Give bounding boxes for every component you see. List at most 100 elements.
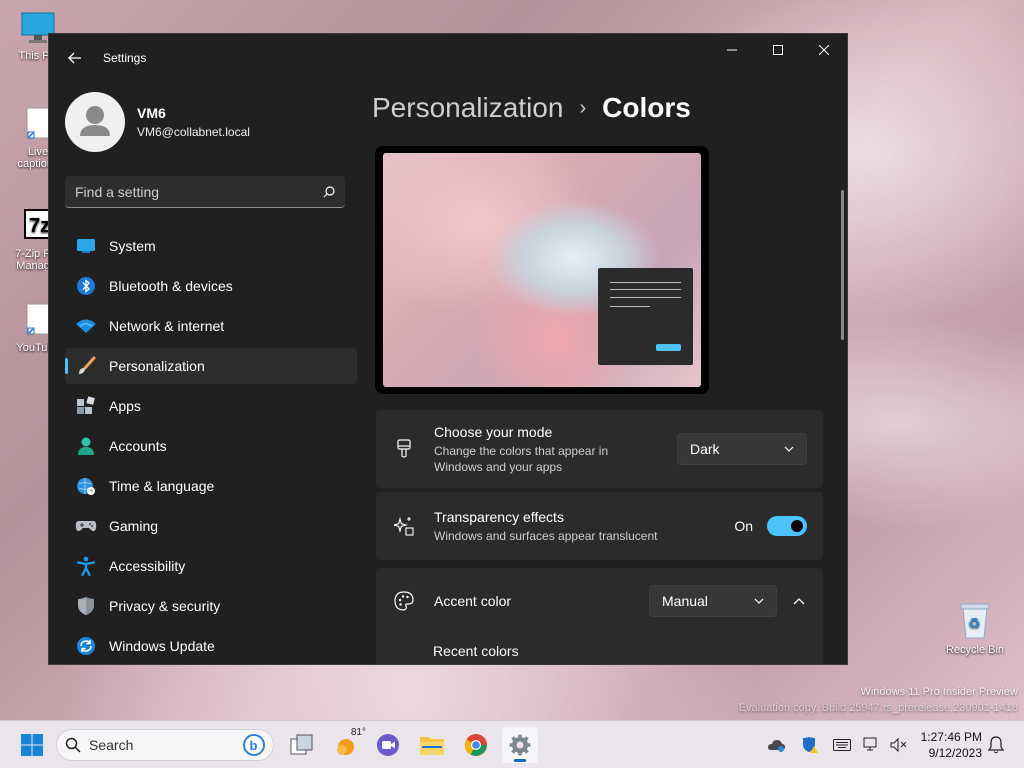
recycle-bin-label: Recycle Bin — [945, 644, 1005, 656]
sidebar-item-privacy[interactable]: Privacy & security — [65, 588, 357, 624]
preview-accent-button — [656, 344, 681, 351]
settings-search[interactable] — [65, 176, 345, 208]
task-view-icon — [290, 734, 313, 755]
chrome-icon — [465, 734, 487, 756]
accent-dropdown[interactable]: Manual — [649, 585, 777, 617]
cloud-icon — [768, 740, 785, 752]
profile-name: VM6 — [137, 105, 166, 121]
mode-dropdown-value: Dark — [690, 441, 720, 457]
sidebar-item-accessibility[interactable]: Accessibility — [65, 548, 357, 584]
minimize-button[interactable] — [709, 34, 755, 66]
mode-description: Change the colors that appear in Windows… — [434, 443, 609, 474]
desktop-icon-recycle-bin[interactable]: ♻ Recycle Bin — [944, 600, 1006, 656]
user-profile[interactable]: VM6 VM6@collabnet.local — [49, 82, 361, 162]
svg-text:b: b — [250, 738, 258, 753]
recent-colors-label: Recent colors — [433, 643, 519, 659]
main-content: Personalization › Colors Choose your mod… — [361, 82, 847, 664]
accessibility-icon — [75, 555, 97, 577]
folder-icon — [420, 737, 444, 755]
sidebar-item-label: Accessibility — [109, 558, 186, 574]
sidebar-item-windows-update[interactable]: Windows Update — [65, 628, 357, 664]
back-button[interactable] — [53, 40, 97, 76]
collapse-button[interactable] — [791, 597, 807, 605]
taskbar-search[interactable]: Search b — [56, 729, 274, 761]
widgets-button[interactable]: 81° — [328, 727, 366, 763]
maximize-button[interactable] — [755, 34, 801, 66]
transparency-toggle[interactable] — [767, 516, 807, 536]
close-icon — [819, 45, 829, 55]
window-title: Settings — [103, 51, 147, 65]
maximize-icon — [773, 45, 783, 55]
globe-clock-icon — [75, 475, 97, 497]
recycle-bin-icon: ♻ — [960, 603, 990, 639]
security-tray-icon[interactable] — [800, 735, 820, 755]
chevron-down-icon — [754, 598, 764, 604]
clock-date: 9/12/2023 — [928, 746, 982, 760]
chrome-button[interactable] — [458, 727, 494, 763]
profile-email: VM6@collabnet.local — [137, 125, 250, 139]
teams-button[interactable] — [370, 727, 406, 763]
transparency-description: Windows and surfaces appear translucent — [434, 528, 658, 543]
sidebar-item-label: Privacy & security — [109, 598, 221, 614]
nav-list: System Bluetooth & devices Network & int… — [49, 228, 361, 664]
search-icon — [65, 737, 81, 753]
breadcrumb-parent[interactable]: Personalization — [372, 92, 563, 124]
sidebar-item-network[interactable]: Network & internet — [65, 308, 357, 344]
sidebar-item-accounts[interactable]: Accounts — [65, 428, 357, 464]
paint-brush-icon — [392, 437, 416, 461]
settings-window: Settings VM6 VM6@collabnet.local Find a … — [48, 33, 848, 665]
gear-icon — [509, 734, 531, 756]
taskbar-search-label: Search — [89, 737, 134, 753]
wallpaper-preview-image — [383, 153, 701, 387]
watermark-line-1: Windows 11 Pro Insider Preview — [860, 686, 1018, 698]
brush-icon — [75, 355, 97, 377]
mode-dropdown[interactable]: Dark — [677, 433, 807, 465]
palette-icon — [392, 589, 416, 613]
clock-time: 1:27:46 PM — [920, 730, 982, 744]
shield-icon — [75, 595, 97, 617]
search-input[interactable] — [75, 183, 323, 200]
video-chat-icon — [377, 734, 399, 756]
accent-dropdown-value: Manual — [662, 593, 708, 609]
sidebar-item-gaming[interactable]: Gaming — [65, 508, 357, 544]
accent-color-header[interactable]: Accent color Manual — [376, 568, 823, 634]
sidebar-item-personalization[interactable]: Personalization — [65, 348, 357, 384]
settings-taskbar-button[interactable] — [502, 727, 538, 763]
sparkle-icon — [392, 514, 416, 538]
avatar — [65, 92, 125, 152]
sidebar-item-label: Bluetooth & devices — [109, 278, 233, 294]
watermark-line-2: Evaluation copy. Build 25947.rs_prerelea… — [738, 702, 1018, 714]
close-button[interactable] — [801, 34, 847, 66]
start-button[interactable] — [14, 727, 50, 763]
bluetooth-icon — [75, 275, 97, 297]
content-scrollbar[interactable] — [841, 190, 844, 340]
keyboard-tray-icon[interactable] — [832, 735, 852, 755]
chevron-down-icon — [784, 446, 794, 452]
sidebar-item-system[interactable]: System — [65, 228, 357, 264]
onedrive-tray-icon[interactable] — [766, 735, 786, 755]
bing-icon: b — [243, 734, 265, 756]
sidebar-item-label: Network & internet — [109, 318, 225, 334]
sidebar-item-label: Accounts — [109, 438, 167, 454]
sidebar-item-label: System — [109, 238, 156, 254]
system-icon — [75, 235, 97, 257]
sidebar: VM6 VM6@collabnet.local System Bluetooth… — [49, 82, 361, 664]
title-bar[interactable]: Settings — [49, 34, 847, 82]
sidebar-item-time-language[interactable]: Time & language — [65, 468, 357, 504]
volume-tray-icon[interactable] — [888, 735, 908, 755]
taskbar-clock[interactable]: 1:27:46 PM 9/12/2023 — [912, 729, 982, 761]
window-controls — [709, 34, 847, 66]
preview-mini-window — [598, 268, 693, 365]
speaker-muted-icon — [890, 737, 907, 753]
network-tray-icon[interactable] — [862, 735, 882, 755]
notifications-button[interactable] — [986, 735, 1006, 755]
accounts-icon — [75, 435, 97, 457]
file-explorer-button[interactable] — [414, 727, 450, 763]
sidebar-item-bluetooth[interactable]: Bluetooth & devices — [65, 268, 357, 304]
transparency-state-label: On — [734, 518, 753, 534]
chevron-up-icon — [793, 597, 805, 604]
arrow-left-icon — [68, 52, 81, 64]
task-view-button[interactable] — [284, 727, 320, 763]
sidebar-item-apps[interactable]: Apps — [65, 388, 357, 424]
transparency-card: Transparency effects Windows and surface… — [376, 492, 823, 560]
